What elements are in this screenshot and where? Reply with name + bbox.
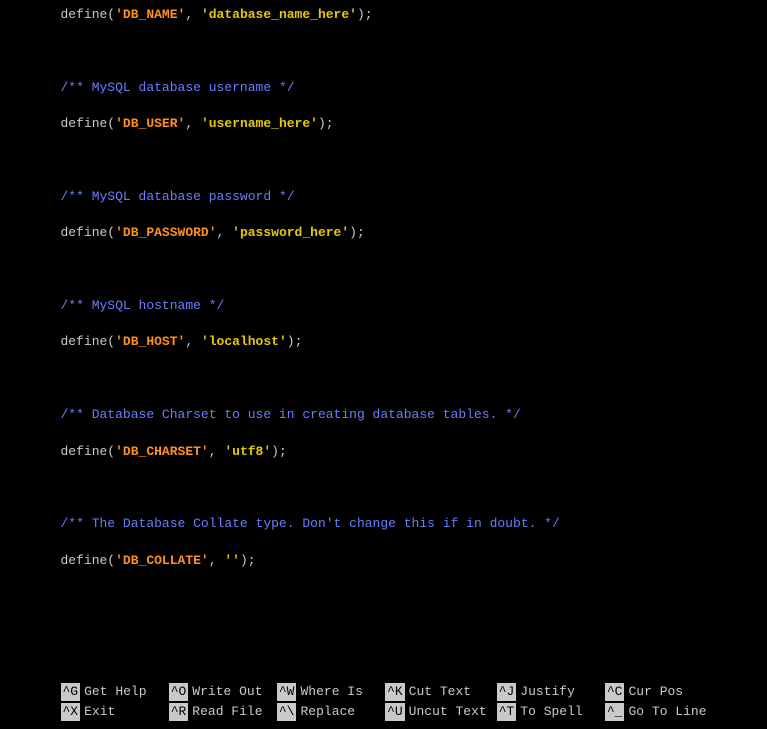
help-exit[interactable]: ^XExit — [61, 703, 159, 721]
code-comment: /** The Database Collate type. Don't cha… — [61, 515, 707, 533]
code-comment: /** MySQL database password */ — [61, 188, 707, 206]
help-justify[interactable]: ^JJustify — [497, 683, 595, 701]
code-comment: /** MySQL hostname */ — [61, 297, 707, 315]
terminal-window: 1. webmaster@server: /var/www/html/hosti… — [51, 0, 717, 729]
code-comment: /** MySQL database username */ — [61, 79, 707, 97]
help-cur-pos[interactable]: ^CCur Pos — [605, 683, 707, 701]
help-read-file[interactable]: ^RRead File — [169, 703, 267, 721]
help-to-spell[interactable]: ^TTo Spell — [497, 703, 595, 721]
help-uncut-text[interactable]: ^UUncut Text — [385, 703, 487, 721]
help-where-is[interactable]: ^WWhere Is — [277, 683, 375, 701]
help-cut-text[interactable]: ^KCut Text — [385, 683, 487, 701]
code-comment: /** Database Charset to use in creating … — [61, 406, 707, 424]
help-go-to-line[interactable]: ^_Go To Line — [605, 703, 707, 721]
editor-area[interactable]: GNU nano 2.9.3 wp-config.php // ** MySQL… — [51, 0, 717, 729]
help-replace[interactable]: ^\Replace — [277, 703, 375, 721]
help-bar: ^GGet Help ^OWrite Out ^WWhere Is ^KCut … — [51, 679, 717, 729]
editor-content[interactable]: // ** MySQL settings - You can get this … — [51, 0, 717, 679]
help-get-help[interactable]: ^GGet Help — [61, 683, 159, 701]
help-write-out[interactable]: ^OWrite Out — [169, 683, 267, 701]
